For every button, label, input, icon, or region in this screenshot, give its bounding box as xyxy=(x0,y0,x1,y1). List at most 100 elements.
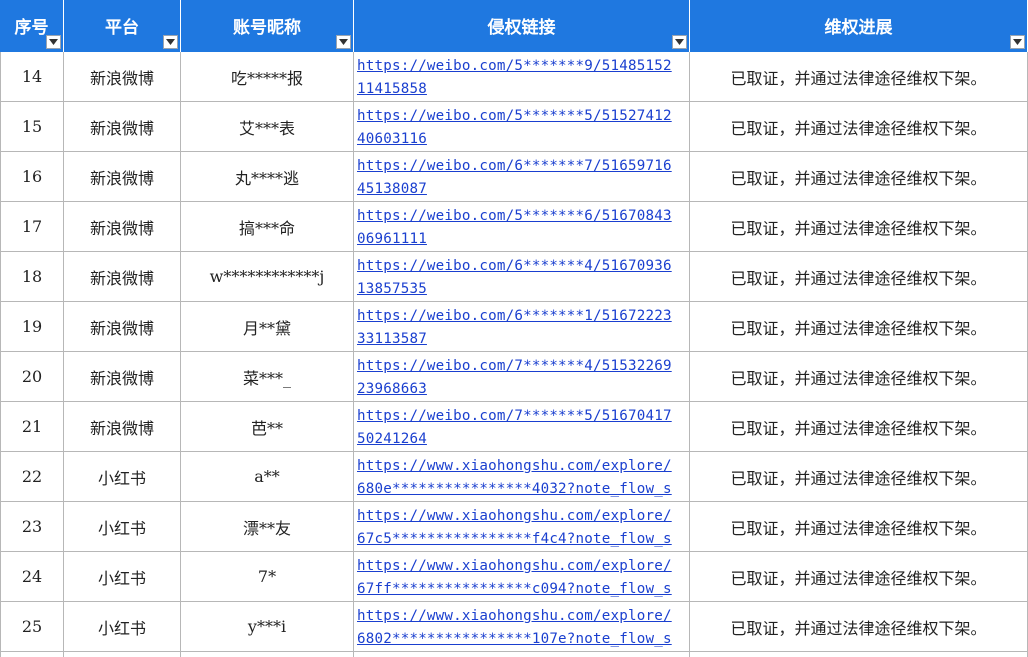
infringement-link[interactable]: https://weibo.com/5*******6/51670843 xyxy=(357,205,672,228)
table-row: 23 小红书 漂**友 https://www.xiaohongshu.com/… xyxy=(0,502,1028,552)
cell-link: https://weibo.com/6*******1/51672223 3311… xyxy=(354,302,690,352)
table-row: 15 新浪微博 艾***表 https://weibo.com/5*******… xyxy=(0,102,1028,152)
cell-status[interactable]: 已取证，并通过法律途径维权下架。 xyxy=(690,402,1028,452)
cell-platform[interactable]: 新浪微博 xyxy=(64,102,181,152)
cell-status[interactable]: 已取证，并通过法律途径维权下架。 xyxy=(690,252,1028,302)
infringement-link[interactable]: https://www.xiaohongshu.com/explore/ xyxy=(357,605,672,628)
filter-dropdown-icon[interactable] xyxy=(46,35,61,49)
cell-platform[interactable]: 新浪微博 xyxy=(64,352,181,402)
table-row: 19 新浪微博 月**黛 https://weibo.com/6*******1… xyxy=(0,302,1028,352)
table-row-partial xyxy=(0,652,1028,657)
cell-status[interactable]: 已取证，并通过法律途径维权下架。 xyxy=(690,52,1028,102)
filter-dropdown-icon[interactable] xyxy=(163,35,178,49)
cell-status[interactable]: 已取证，并通过法律途径维权下架。 xyxy=(690,452,1028,502)
filter-dropdown-icon[interactable] xyxy=(1010,35,1025,49)
cell-no[interactable]: 16 xyxy=(0,152,64,202)
infringement-link-cont[interactable]: 13857535 xyxy=(357,278,672,301)
infringement-link-cont[interactable]: 40603116 xyxy=(357,128,672,151)
cell-platform[interactable]: 新浪微博 xyxy=(64,402,181,452)
cell-status[interactable]: 已取证，并通过法律途径维权下架。 xyxy=(690,502,1028,552)
header-cell-status[interactable]: 维权进展 xyxy=(690,0,1028,52)
cell-link: https://weibo.com/5*******9/51485152 1141… xyxy=(354,52,690,102)
cell-platform[interactable]: 小红书 xyxy=(64,552,181,602)
cell-account[interactable]: 月**黛 xyxy=(181,302,354,352)
cell-no[interactable]: 23 xyxy=(0,502,64,552)
infringement-link[interactable]: https://weibo.com/7*******5/51670417 xyxy=(357,405,672,428)
table-row: 20 新浪微博 菜***_ https://weibo.com/7*******… xyxy=(0,352,1028,402)
cell-no[interactable]: 20 xyxy=(0,352,64,402)
infringement-link-cont[interactable]: 11415858 xyxy=(357,78,672,101)
cell-platform[interactable]: 新浪微博 xyxy=(64,302,181,352)
cell-account[interactable]: 菜***_ xyxy=(181,352,354,402)
cell-link: https://www.xiaohongshu.com/explore/67ff… xyxy=(354,552,690,602)
cell-platform[interactable]: 新浪微博 xyxy=(64,202,181,252)
cell-platform[interactable]: 新浪微博 xyxy=(64,52,181,102)
cell-account[interactable]: y***i xyxy=(181,602,354,652)
infringement-link[interactable]: https://weibo.com/7*******4/51532269 xyxy=(357,355,672,378)
infringement-link[interactable]: https://weibo.com/5*******5/51527412 xyxy=(357,105,672,128)
infringement-link[interactable]: https://www.xiaohongshu.com/explore/ xyxy=(357,555,672,578)
infringement-link[interactable]: https://weibo.com/5*******9/51485152 xyxy=(357,55,672,78)
header-cell-no[interactable]: 序号 xyxy=(0,0,64,52)
filter-dropdown-icon[interactable] xyxy=(672,35,687,49)
cell-no[interactable]: 24 xyxy=(0,552,64,602)
table-row: 24 小红书 7* https://www.xiaohongshu.com/ex… xyxy=(0,552,1028,602)
infringement-link[interactable]: https://www.xiaohongshu.com/explore/ xyxy=(357,455,672,478)
cell-account[interactable]: w************j xyxy=(181,252,354,302)
cell-status[interactable]: 已取证，并通过法律途径维权下架。 xyxy=(690,552,1028,602)
cell-account[interactable]: 漂**友 xyxy=(181,502,354,552)
cell-account[interactable]: 丸****逃 xyxy=(181,152,354,202)
cell-platform[interactable]: 小红书 xyxy=(64,452,181,502)
infringement-link-cont[interactable]: 67ff****************c094?note_flow_s xyxy=(357,578,672,601)
cell-no[interactable]: 15 xyxy=(0,102,64,152)
cell-status[interactable]: 已取证，并通过法律途径维权下架。 xyxy=(690,152,1028,202)
cell-no[interactable]: 19 xyxy=(0,302,64,352)
header-cell-account[interactable]: 账号昵称 xyxy=(181,0,354,52)
cell-no[interactable]: 14 xyxy=(0,52,64,102)
cell-account[interactable]: a** xyxy=(181,452,354,502)
infringement-link-cont[interactable]: 6802****************107e?note_flow_s xyxy=(357,628,672,651)
cell-account[interactable]: 搞***命 xyxy=(181,202,354,252)
cell-account[interactable]: 7* xyxy=(181,552,354,602)
cell-platform[interactable]: 小红书 xyxy=(64,502,181,552)
infringement-link-cont[interactable]: 06961111 xyxy=(357,228,672,251)
cell-link: https://weibo.com/6*******7/51659716 4513… xyxy=(354,152,690,202)
infringement-link[interactable]: https://weibo.com/6*******7/51659716 xyxy=(357,155,672,178)
cell-link: https://weibo.com/5*******6/51670843 0696… xyxy=(354,202,690,252)
infringement-link-cont[interactable]: 45138087 xyxy=(357,178,672,201)
cell-no[interactable]: 22 xyxy=(0,452,64,502)
cell-status[interactable]: 已取证，并通过法律途径维权下架。 xyxy=(690,352,1028,402)
infringement-link[interactable]: https://weibo.com/6*******1/51672223 xyxy=(357,305,672,328)
cell-status[interactable]: 已取证，并通过法律途径维权下架。 xyxy=(690,202,1028,252)
cell-platform[interactable]: 小红书 xyxy=(64,602,181,652)
cell-account[interactable]: 吃*****报 xyxy=(181,52,354,102)
infringement-link-cont[interactable]: 680e****************4032?note_flow_s xyxy=(357,478,672,501)
header-cell-link[interactable]: 侵权链接 xyxy=(354,0,690,52)
infringement-link-cont[interactable]: 33113587 xyxy=(357,328,672,351)
infringement-link[interactable]: https://www.xiaohongshu.com/explore/ xyxy=(357,505,672,528)
header-label-status: 维权进展 xyxy=(824,17,893,38)
cell-no[interactable]: 21 xyxy=(0,402,64,452)
cell-link: https://weibo.com/6*******4/51670936 1385… xyxy=(354,252,690,302)
infringement-link-cont[interactable]: 23968663 xyxy=(357,378,672,401)
cell-status[interactable]: 已取证，并通过法律途径维权下架。 xyxy=(690,102,1028,152)
infringement-link-cont[interactable]: 50241264 xyxy=(357,428,672,451)
cell-status[interactable]: 已取证，并通过法律途径维权下架。 xyxy=(690,302,1028,352)
cell-status[interactable]: 已取证，并通过法律途径维权下架。 xyxy=(690,602,1028,652)
infringement-link-cont[interactable]: 67c5****************f4c4?note_flow_s xyxy=(357,528,672,551)
cell-no[interactable]: 17 xyxy=(0,202,64,252)
cell-link: https://www.xiaohongshu.com/explore/680e… xyxy=(354,452,690,502)
filter-dropdown-icon[interactable] xyxy=(336,35,351,49)
cell-account[interactable]: 芭** xyxy=(181,402,354,452)
cell-partial xyxy=(181,652,354,657)
infringement-link[interactable]: https://weibo.com/6*******4/51670936 xyxy=(357,255,672,278)
cell-account[interactable]: 艾***表 xyxy=(181,102,354,152)
cell-link: https://weibo.com/5*******5/51527412 4060… xyxy=(354,102,690,152)
header-cell-platform[interactable]: 平台 xyxy=(64,0,181,52)
cell-no[interactable]: 25 xyxy=(0,602,64,652)
cell-link: https://weibo.com/7*******4/51532269 2396… xyxy=(354,352,690,402)
cell-platform[interactable]: 新浪微博 xyxy=(64,252,181,302)
cell-no[interactable]: 18 xyxy=(0,252,64,302)
cell-platform[interactable]: 新浪微博 xyxy=(64,152,181,202)
cell-partial xyxy=(64,652,181,657)
